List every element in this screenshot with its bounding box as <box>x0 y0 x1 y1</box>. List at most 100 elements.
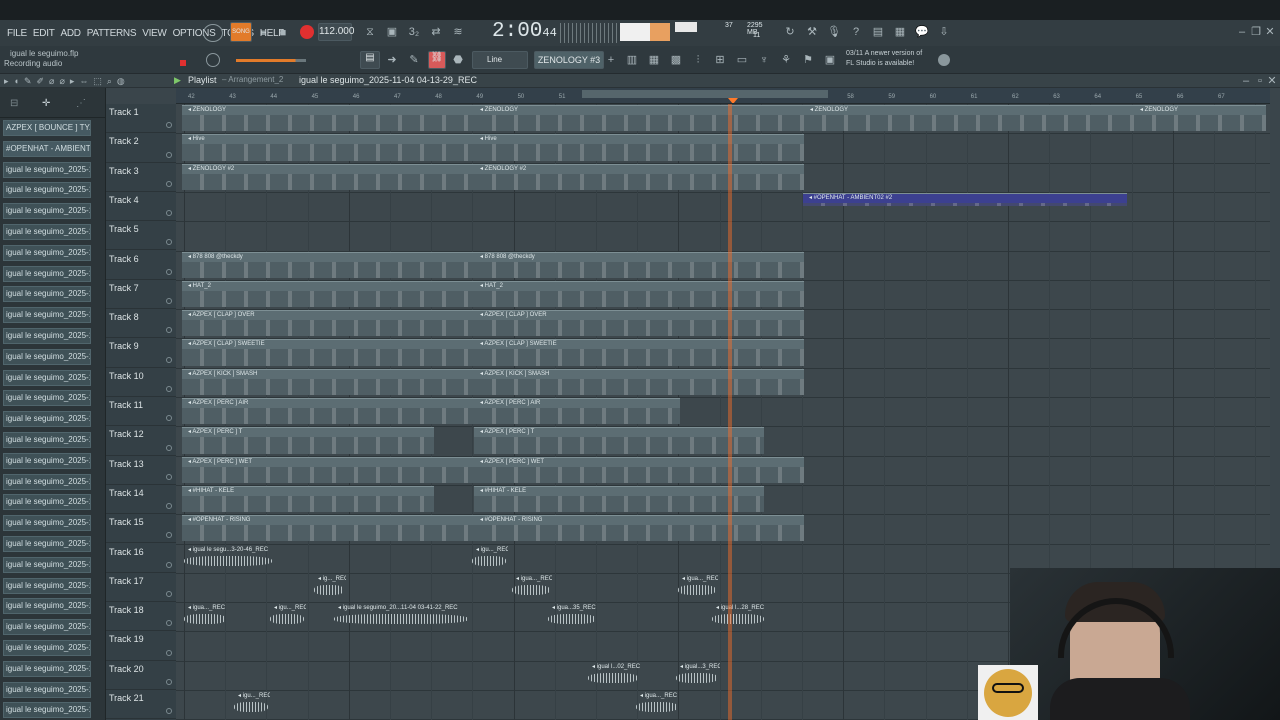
minimize-icon[interactable]: – <box>1236 25 1248 39</box>
audio-clip[interactable]: ◂ igu..._REC <box>232 692 270 716</box>
track-header[interactable]: Track 16 <box>106 544 176 573</box>
metronome-icon[interactable]: ⧖ <box>362 25 378 39</box>
audio-clip[interactable]: ◂ igua..._REC <box>634 692 680 716</box>
pattern-clip[interactable]: ◂ ZENOLOGY <box>1134 105 1266 132</box>
audio-clip[interactable]: ◂ ig..._REC <box>312 575 346 599</box>
track-mute-icon[interactable] <box>166 532 172 539</box>
countdown-icon[interactable]: 3₂ <box>406 25 422 39</box>
browser-item[interactable]: igual le seguimo_2025-1... <box>3 515 91 532</box>
track-mute-icon[interactable] <box>166 151 172 158</box>
touch-keyboard-icon[interactable]: ⚘ <box>778 53 794 67</box>
project-info-icon[interactable]: ⚑ <box>800 53 816 67</box>
track-mute-icon[interactable] <box>166 678 172 685</box>
audio-clip[interactable]: ◂ igu..._REC <box>470 546 508 570</box>
record-button[interactable] <box>300 25 314 39</box>
browser-item[interactable]: igual le seguimo_2025-1... <box>3 369 91 386</box>
pattern-clip[interactable]: ◂ ZENOLOGY #2 <box>182 163 474 190</box>
track-mute-icon[interactable] <box>166 708 172 715</box>
playlist-maximize-icon[interactable]: ▫ <box>1254 74 1266 88</box>
pause-button[interactable]: ⏸ <box>256 26 270 40</box>
track-mute-icon[interactable] <box>166 122 172 129</box>
browser-item[interactable]: igual le seguimo_2025-1... <box>3 536 91 552</box>
track-header[interactable]: Track 12 <box>106 426 176 456</box>
audio-clip[interactable]: ◂ igual le segu...3-20-46_REC <box>182 546 274 570</box>
pattern-clip[interactable]: ◂ HAT_2 <box>474 280 804 308</box>
loop-region[interactable] <box>582 90 828 98</box>
link-button[interactable]: ⛓ <box>428 51 446 69</box>
audio-clip[interactable]: ◂ igual l...28_REC <box>710 604 766 628</box>
track-mute-icon[interactable] <box>166 503 172 510</box>
song-mode-button[interactable]: SONG <box>230 22 252 42</box>
pattern-clip[interactable]: ◂ #HIHAT - KELE <box>182 485 434 513</box>
pattern-selector[interactable]: ZENOLOGY #3 <box>534 51 604 69</box>
close-icon[interactable]: ✕ <box>1264 25 1276 39</box>
track-header[interactable]: Track 15 <box>106 514 176 544</box>
pattern-clip[interactable]: ◂ AZPEX [ PERC ] AIR <box>474 398 680 425</box>
pattern-clip[interactable]: ◂ AZPEX [ PERC ] AIR <box>182 398 474 425</box>
browser-icon[interactable]: ▭ <box>734 53 750 67</box>
track-header[interactable]: Track 9 <box>106 338 176 368</box>
pattern-clip[interactable]: ◂ 878 808 @theckdy <box>474 251 804 278</box>
playlist-icon[interactable]: ▥ <box>624 53 640 67</box>
track-mute-icon[interactable] <box>166 444 172 451</box>
browser-item[interactable]: igual le seguimo_2025-1... <box>3 702 91 719</box>
step-edit-icon[interactable]: ≋ <box>450 25 466 39</box>
track-header[interactable]: Track 14 <box>106 485 176 515</box>
render-icon[interactable]: ▦ <box>892 25 908 39</box>
browser-item[interactable]: igual le seguimo_2025-1... <box>3 411 91 428</box>
add-pattern-icon[interactable]: + <box>606 53 616 67</box>
snap-selector[interactable]: Line <box>472 51 528 69</box>
pattern-clip[interactable]: ◂ AZPEX [ PERC ] T <box>182 427 434 454</box>
pattern-clip[interactable]: ◂ ZENOLOGY #2 <box>474 163 804 190</box>
browser-options-icon[interactable]: ⊟ <box>10 98 18 109</box>
plugin-picker-icon[interactable]: ♆ <box>756 53 772 67</box>
track-header[interactable]: Track 18 <box>106 602 176 632</box>
mixer-tool-icon[interactable]: ⚒ <box>804 25 820 39</box>
track-header[interactable]: Track 21 <box>106 690 176 720</box>
download-icon[interactable]: ⇩ <box>936 25 952 39</box>
browser-item[interactable]: igual le seguimo_2025-1... <box>3 556 91 573</box>
browser-item[interactable]: igual le seguimo_2025-1... <box>3 182 91 199</box>
main-volume-knob[interactable] <box>206 53 220 67</box>
audio-clip[interactable]: ◂ igu..._REC <box>268 604 306 628</box>
browser-item[interactable]: igual le seguimo_2025-1... <box>3 598 91 615</box>
browser-item[interactable]: AZPEX [ BOUNCE ] TY... <box>3 120 91 136</box>
track-header[interactable]: Track 6 <box>106 251 176 280</box>
track-header[interactable]: Track 19 <box>106 631 176 661</box>
track-mute-icon[interactable] <box>166 591 172 598</box>
track-mute-icon[interactable] <box>166 415 172 422</box>
audio-clip[interactable]: ◂ igual l...02_REC <box>586 663 640 687</box>
master-pitch-slider[interactable] <box>236 59 306 62</box>
settings-icon[interactable]: ▣ <box>822 53 838 67</box>
stamp-icon[interactable]: ⬣ <box>450 53 466 67</box>
track-header[interactable]: Track 3 <box>106 163 176 192</box>
stop-button[interactable]: ■ <box>276 26 290 40</box>
pattern-clip[interactable]: ◂ AZPEX [ CLAP ] SWEETIE <box>474 339 804 366</box>
browser-item[interactable]: igual le seguimo_2025-1... <box>3 577 91 594</box>
update-hint[interactable]: 03/11 A newer version of FL Studio is av… <box>846 49 922 69</box>
arrangement-label[interactable]: – Arrangement_2 <box>222 75 283 84</box>
mixer-icon[interactable]: ⫶ <box>690 53 706 67</box>
track-mute-icon[interactable] <box>166 385 172 392</box>
pattern-clip[interactable]: ◂ AZPEX [ CLAP ] OVER <box>474 310 804 337</box>
pattern-clip[interactable]: ◂ HAT_2 <box>182 280 474 308</box>
pattern-clip[interactable]: ◂ AZPEX [ PERC ] T <box>474 427 764 454</box>
track-mute-icon[interactable] <box>166 268 172 275</box>
browser-item[interactable]: igual le seguimo_2025-1... <box>3 286 91 303</box>
pattern-clip[interactable]: ◂ 878 808 @theckdy <box>182 251 474 278</box>
browser-item[interactable]: igual le seguimo_2025-1... <box>3 348 91 365</box>
track-mute-icon[interactable] <box>166 620 172 627</box>
browser-item[interactable]: igual le seguimo_2025-1... <box>3 307 91 324</box>
wait-input-icon[interactable]: ▣ <box>384 25 400 39</box>
track-mute-icon[interactable] <box>166 473 172 480</box>
track-mute-icon[interactable] <box>166 298 172 305</box>
track-header[interactable]: Track 11 <box>106 397 176 427</box>
menu-add[interactable]: ADD <box>58 28 84 39</box>
piano-roll-icon[interactable]: ▦ <box>646 53 662 67</box>
menu-patterns[interactable]: PATTERNS <box>84 28 139 39</box>
browser-item[interactable]: igual le seguimo_2025-1... <box>3 619 91 636</box>
playlist-close-icon[interactable]: ✕ <box>1266 74 1278 88</box>
track-mute-icon[interactable] <box>166 327 172 334</box>
pattern-clip[interactable]: ◂ AZPEX [ PERC ] WET <box>474 456 804 483</box>
track-mute-icon[interactable] <box>166 239 172 246</box>
